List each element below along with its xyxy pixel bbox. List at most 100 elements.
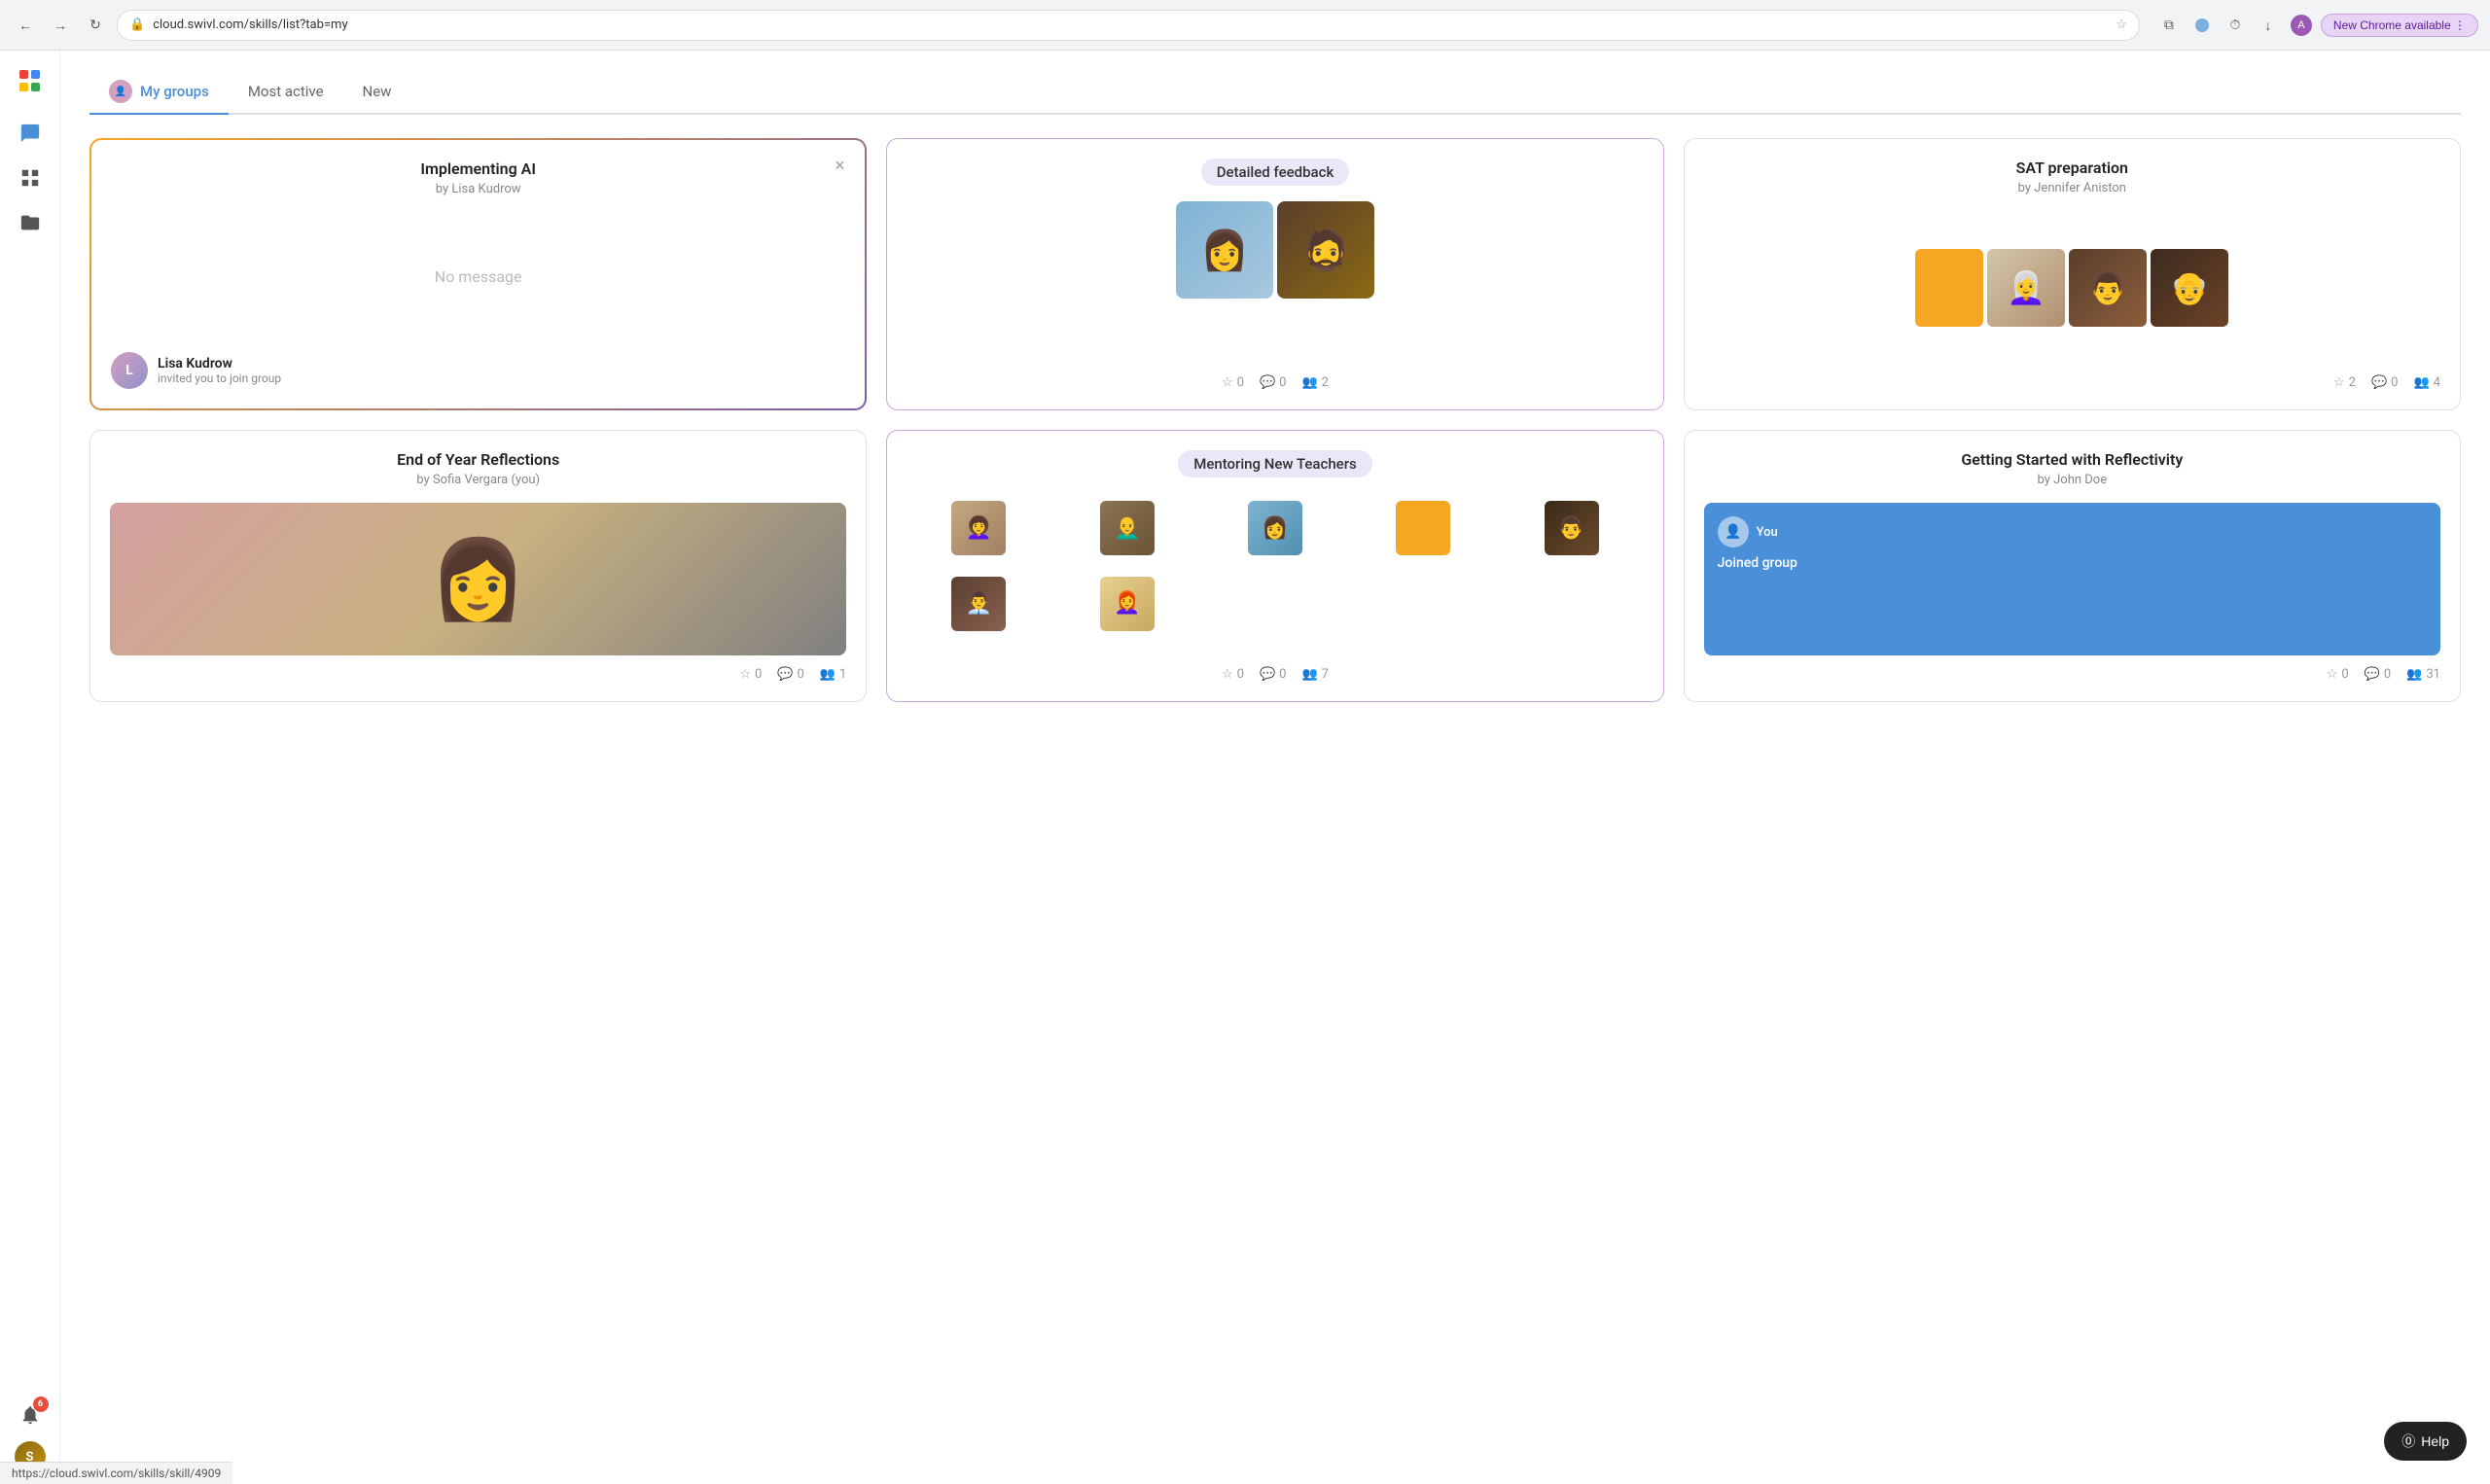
- photo-jennifer: 👩‍🦳: [1987, 249, 2065, 327]
- close-implementing-ai-button[interactable]: ×: [828, 154, 851, 177]
- detailed-feedback-badge: Detailed feedback: [1201, 159, 1350, 186]
- members-stat: 👥 1: [820, 667, 847, 682]
- mentoring-badge: Mentoring New Teachers: [1178, 450, 1372, 477]
- mentoring-photos: 👩‍🦱 👨‍🦲 👩 👨 👨‍💼 👩‍🦰: [907, 493, 1643, 655]
- photo-collage-detailed: 👩 🧔: [1176, 201, 1374, 364]
- end-of-year-photo: 👩: [110, 503, 846, 655]
- sidebar-item-grid[interactable]: [12, 159, 49, 196]
- help-button[interactable]: ⓪ Help: [2384, 1422, 2467, 1461]
- card-implementing-ai-title: Implementing AI: [111, 159, 845, 178]
- profile-button[interactable]: A: [2288, 12, 2315, 39]
- browser-chrome: ← → ↻ 🔒 cloud.swivl.com/skills/list?tab=…: [0, 0, 2490, 51]
- card-sat-preparation[interactable]: SAT preparation by Jennifer Aniston 👩‍🦳 …: [1684, 138, 2461, 410]
- comment-icon: 💬: [1260, 375, 1275, 390]
- swivl-extension-button[interactable]: [2188, 12, 2216, 39]
- card-stats-getting-started: ☆ 0 💬 0 👥 31: [1704, 655, 2440, 682]
- sidebar: 6 S: [0, 51, 60, 1484]
- card-detailed-feedback[interactable]: Detailed feedback 👩 🧔 ☆ 0 💬: [886, 138, 1663, 410]
- stars-stat: ☆ 0: [1222, 667, 1244, 682]
- comment-icon: 💬: [1260, 667, 1275, 682]
- members-icon: 👥: [2406, 667, 2422, 682]
- card-stats-mentoring: ☆ 0 💬 0 👥 7: [1222, 655, 1329, 682]
- stars-stat: ☆ 0: [1222, 375, 1244, 390]
- more-icon: ⋮: [2454, 18, 2466, 32]
- address-bar[interactable]: 🔒 cloud.swivl.com/skills/list?tab=my ☆: [117, 10, 2140, 41]
- tabs-nav: 👤 My groups Most active New: [89, 70, 2461, 115]
- close-icon: ×: [835, 156, 845, 176]
- browser-actions: ⧉ ⏱ ↓ A New Chrome available ⋮: [2155, 12, 2478, 39]
- photo-person-1: 👩: [1176, 201, 1273, 299]
- star-icon: ☆: [2327, 667, 2338, 682]
- card-end-of-year[interactable]: End of Year Reflections by Sofia Vergara…: [89, 430, 867, 702]
- members-icon: 👥: [820, 667, 836, 682]
- card-implementing-ai-subtitle: by Lisa Kudrow: [111, 182, 845, 196]
- forward-button[interactable]: →: [47, 12, 74, 39]
- you-label: You: [1757, 525, 1778, 540]
- logo-blue: [31, 70, 40, 79]
- logo-grid: [19, 70, 41, 91]
- comment-icon: 💬: [777, 667, 793, 682]
- notification-badge: 6: [33, 1396, 49, 1412]
- mentor-photo-2: 👨‍🦲: [1100, 501, 1155, 555]
- comments-stat: 💬 0: [2365, 667, 2392, 682]
- tab-my-groups[interactable]: 👤 My groups: [89, 70, 229, 115]
- getting-started-subtitle: by John Doe: [1704, 473, 2440, 487]
- tab-most-active[interactable]: Most active: [229, 73, 343, 112]
- mentor-photo-5: 👨: [1545, 501, 1599, 555]
- card-getting-started[interactable]: Getting Started with Reflectivity by Joh…: [1684, 430, 2461, 702]
- mentor-photo-3: 👩: [1248, 501, 1302, 555]
- star-icon: ☆: [2333, 375, 2345, 390]
- joined-group-text: Joined group: [1718, 555, 2427, 571]
- mentor-photo-6: 👨‍💼: [951, 577, 1006, 631]
- card-stats-eoy: ☆ 0 💬 0 👥 1: [110, 655, 846, 682]
- main-content: 👤 My groups Most active New × Implementi…: [60, 51, 2490, 1484]
- invite-row: L Lisa Kudrow invited you to join group: [111, 340, 845, 389]
- members-icon: 👥: [1301, 375, 1317, 390]
- comments-stat: 💬 0: [1260, 375, 1287, 390]
- mentor-orange: [1396, 501, 1450, 555]
- comments-stat: 💬 0: [2371, 375, 2399, 390]
- download-button[interactable]: ↓: [2255, 12, 2282, 39]
- photo-person4: 👴: [2151, 249, 2228, 327]
- inviter-avatar: L: [111, 352, 148, 389]
- stars-stat: ☆ 0: [739, 667, 762, 682]
- end-of-year-subtitle: by Sofia Vergara (you): [110, 473, 846, 487]
- members-stat: 👥 2: [1301, 375, 1329, 390]
- status-bar: https://cloud.swivl.com/skills/skill/490…: [0, 1462, 232, 1484]
- lock-icon: 🔒: [129, 18, 145, 32]
- app-logo[interactable]: [12, 62, 49, 99]
- sat-photos: 👩‍🦳 👨 👴: [1704, 211, 2440, 364]
- new-chrome-button[interactable]: New Chrome available ⋮: [2321, 14, 2478, 37]
- extensions-button[interactable]: ⧉: [2155, 12, 2183, 39]
- members-icon: 👥: [1301, 667, 1317, 682]
- app-container: 6 S 👤 My groups Most active New: [0, 51, 2490, 1484]
- tab-new[interactable]: New: [343, 73, 411, 112]
- sat-subtitle: by Jennifer Aniston: [1704, 181, 2440, 195]
- url-text: cloud.swivl.com/skills/list?tab=my: [153, 18, 2108, 32]
- blue-msg-avatar: 👤: [1718, 516, 1749, 548]
- blue-message-area: 👤 You Joined group: [1704, 503, 2440, 655]
- back-button[interactable]: ←: [12, 12, 39, 39]
- sidebar-item-folder[interactable]: [12, 204, 49, 241]
- mentor-photo-1: 👩‍🦱: [951, 501, 1006, 555]
- inviter-name: Lisa Kudrow: [158, 356, 281, 371]
- photo-person-2: 🧔: [1277, 201, 1374, 299]
- orange-placeholder: [1915, 249, 1983, 327]
- question-icon: ⓪: [2401, 1431, 2415, 1451]
- end-of-year-title: End of Year Reflections: [110, 450, 846, 469]
- card-stats-sat: ☆ 2 💬 0 👥 4: [1704, 364, 2440, 390]
- logo-yellow: [19, 83, 28, 91]
- sidebar-item-chat[interactable]: [12, 115, 49, 152]
- comment-icon: 💬: [2365, 667, 2380, 682]
- status-url: https://cloud.swivl.com/skills/skill/490…: [12, 1466, 221, 1480]
- members-stat: 👥 31: [2406, 667, 2440, 682]
- bookmark-icon: ☆: [2116, 18, 2127, 32]
- notification-wrapper: 6: [12, 1396, 49, 1433]
- card-mentoring[interactable]: Mentoring New Teachers 👩‍🦱 👨‍🦲 👩 👨 👨‍💼 👩…: [886, 430, 1663, 702]
- no-message-text: No message: [111, 212, 845, 340]
- photo-person3: 👨: [2069, 249, 2147, 327]
- reload-button[interactable]: ↻: [82, 12, 109, 39]
- star-icon: ☆: [1222, 667, 1233, 682]
- card-implementing-ai[interactable]: × Implementing AI by Lisa Kudrow No mess…: [89, 138, 867, 410]
- timer-extension-button[interactable]: ⏱: [2222, 12, 2249, 39]
